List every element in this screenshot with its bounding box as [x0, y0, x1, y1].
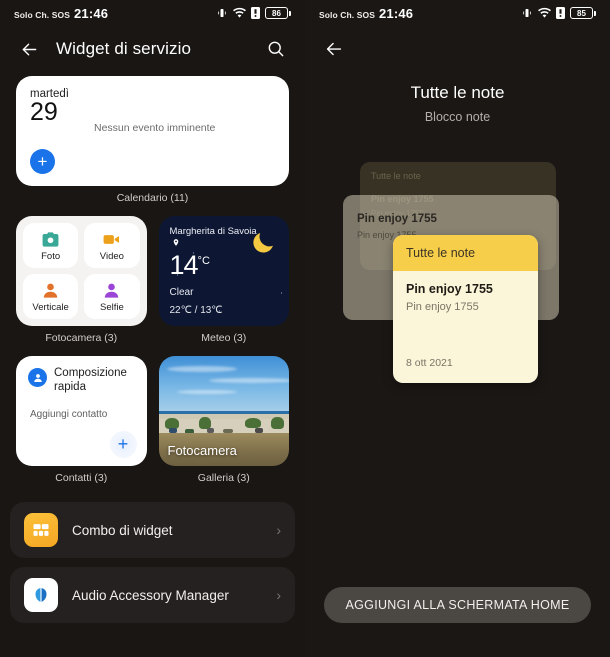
- status-left-group: Solo Ch. SOS 21:46: [14, 6, 108, 21]
- widget-calendar[interactable]: martedì 29 Nessun evento imminente + Cal…: [16, 76, 289, 204]
- widget-contacts[interactable]: Composizione rapida Aggiungi contatto + …: [16, 356, 147, 496]
- left-phone-screen: Solo Ch. SOS 21:46 86 Widget di servizio…: [0, 0, 305, 657]
- wifi-icon: [538, 7, 551, 19]
- widget-combo-icon: [24, 513, 58, 547]
- widget-row-contacts-gallery: Composizione rapida Aggiungi contatto + …: [16, 356, 289, 496]
- list-item-label: Audio Accessory Manager: [72, 587, 229, 603]
- search-icon[interactable]: [263, 36, 289, 62]
- contacts-header: Composizione rapida: [28, 367, 135, 395]
- battery-nub: [289, 10, 291, 16]
- status-clock: 21:46: [73, 5, 109, 21]
- widget-label-camera: Fotocamera (3): [45, 332, 118, 344]
- chevron-right-icon: ›: [276, 587, 281, 603]
- status-clock: 21:46: [378, 5, 414, 21]
- contacts-add-button[interactable]: +: [109, 431, 137, 458]
- widget-label-contacts: Contatti (3): [55, 472, 108, 484]
- weather-city: Margherita di Savoia: [170, 226, 262, 251]
- photo-camera-icon: [41, 229, 61, 249]
- preview-title: Tutte le note: [410, 83, 505, 102]
- selfie-icon: [102, 280, 122, 300]
- gallery-caption: Fotocamera: [167, 443, 237, 458]
- weather-condition: Clear: [169, 287, 194, 298]
- app-bar: Widget di servizio: [0, 26, 305, 76]
- add-to-home-screen-button[interactable]: AGGIUNGI ALLA SCHERMATA HOME: [323, 587, 592, 623]
- contact-avatar-icon: [28, 368, 47, 387]
- widget-camera[interactable]: Foto Video Verticale Selfie Fotocamera (…: [16, 216, 147, 356]
- camera-tile-label: Verticale: [32, 302, 69, 313]
- list-item-audio-accessory-manager[interactable]: Audio Accessory Manager ›: [10, 567, 295, 623]
- carrier-label: Solo Ch. SOS: [319, 9, 375, 20]
- widget-row-camera-weather: Foto Video Verticale Selfie Fotocamera (…: [16, 216, 289, 356]
- weather-card[interactable]: Margherita di Savoia 14°C Clear 22℃ / 13…: [158, 216, 289, 326]
- widget-label-calendar: Calendario (11): [116, 192, 189, 204]
- widget-gallery[interactable]: Fotocamera Galleria (3): [158, 356, 289, 496]
- sim-icon: [251, 7, 260, 19]
- camera-tile-foto[interactable]: Foto: [23, 223, 79, 268]
- carrier-label: Solo Ch. SOS: [14, 9, 70, 20]
- vibrate-icon: [521, 7, 533, 19]
- note-card-front[interactable]: Tutte le note Pin enjoy 1755 Pin enjoy 1…: [393, 235, 538, 383]
- note-card-back-header: Tutte le note: [371, 171, 421, 181]
- list-item-label: Combo di widget: [72, 522, 173, 538]
- note-date: 8 ott 2021: [406, 357, 453, 369]
- back-arrow-icon[interactable]: [305, 26, 610, 65]
- sim-icon: [556, 7, 565, 19]
- list-item-combo-widget[interactable]: Combo di widget ›: [10, 502, 295, 558]
- audio-accessory-icon: [24, 578, 58, 612]
- crescent-moon-icon: [249, 228, 277, 261]
- battery-level: 86: [265, 7, 288, 19]
- status-bar-left: Solo Ch. SOS 21:46 86: [0, 0, 305, 26]
- camera-tile-label: Video: [99, 251, 124, 262]
- battery-icon: 85: [570, 7, 596, 19]
- vibrate-icon: [216, 7, 228, 19]
- weather-unit: °C: [197, 254, 210, 267]
- camera-tile-video[interactable]: Video: [84, 223, 140, 268]
- note-card-stack: Tutte le note Pin enjoy 1755 Pin enjoy 1…: [305, 150, 610, 400]
- note-card-front-header: Tutte le note: [393, 235, 538, 271]
- note-card-middle-title: Pin enjoy 1755: [357, 213, 437, 225]
- note-card-front-body: Pin enjoy 1755 Pin enjoy 1755: [393, 271, 538, 313]
- status-right-group: 86: [216, 7, 291, 19]
- wifi-icon: [233, 7, 246, 19]
- weather-range: 22℃ / 13℃: [169, 305, 223, 316]
- camera-card[interactable]: Foto Video Verticale Selfie: [16, 216, 147, 326]
- dual-screenshot: Solo Ch. SOS 21:46 86 Widget di servizio…: [0, 0, 610, 657]
- portrait-icon: [41, 280, 61, 300]
- preview-titles: Tutte le note Blocco note: [305, 83, 610, 124]
- status-left-group: Solo Ch. SOS 21:46: [319, 6, 413, 21]
- camera-tile-label: Foto: [41, 251, 61, 262]
- right-phone-screen: Solo Ch. SOS 21:46 85 Tutte le note Bloc…: [305, 0, 610, 657]
- calendar-card[interactable]: martedì 29 Nessun evento imminente +: [16, 76, 289, 186]
- note-title: Pin enjoy 1755: [406, 282, 493, 296]
- contacts-card[interactable]: Composizione rapida Aggiungi contatto +: [16, 356, 147, 466]
- widget-label-gallery: Galleria (3): [197, 472, 250, 484]
- camera-tile-label: Selfie: [99, 302, 124, 313]
- chevron-right-icon: ›: [276, 522, 281, 538]
- status-right-group: 85: [521, 7, 596, 19]
- gallery-sky: [158, 356, 289, 414]
- camera-tile-verticale[interactable]: Verticale: [23, 274, 79, 319]
- battery-nub: [594, 10, 596, 16]
- camera-tile-selfie[interactable]: Selfie: [84, 274, 140, 319]
- contacts-title: Composizione rapida: [54, 367, 127, 393]
- widget-scroll-area[interactable]: martedì 29 Nessun evento imminente + Cal…: [0, 76, 305, 496]
- note-subtitle: Pin enjoy 1755: [406, 301, 479, 313]
- preview-subtitle: Blocco note: [424, 110, 491, 124]
- calendar-add-button[interactable]: +: [30, 149, 55, 174]
- widget-label-weather: Meteo (3): [201, 332, 247, 344]
- calendar-empty-text: Nessun evento imminente: [94, 122, 216, 134]
- widget-weather[interactable]: Margherita di Savoia 14°C Clear 22℃ / 13…: [158, 216, 289, 356]
- gallery-card[interactable]: Fotocamera: [158, 356, 289, 466]
- battery-level: 85: [570, 7, 593, 19]
- status-bar-right: Solo Ch. SOS 21:46 85: [305, 0, 610, 26]
- video-camera-icon: [102, 229, 122, 249]
- back-arrow-icon[interactable]: [16, 36, 42, 62]
- page-title: Widget di servizio: [56, 39, 192, 58]
- contacts-subtitle: Aggiungi contatto: [30, 408, 108, 420]
- battery-icon: 86: [265, 7, 291, 19]
- widget-list: Combo di widget › Audio Accessory Manage…: [0, 496, 305, 623]
